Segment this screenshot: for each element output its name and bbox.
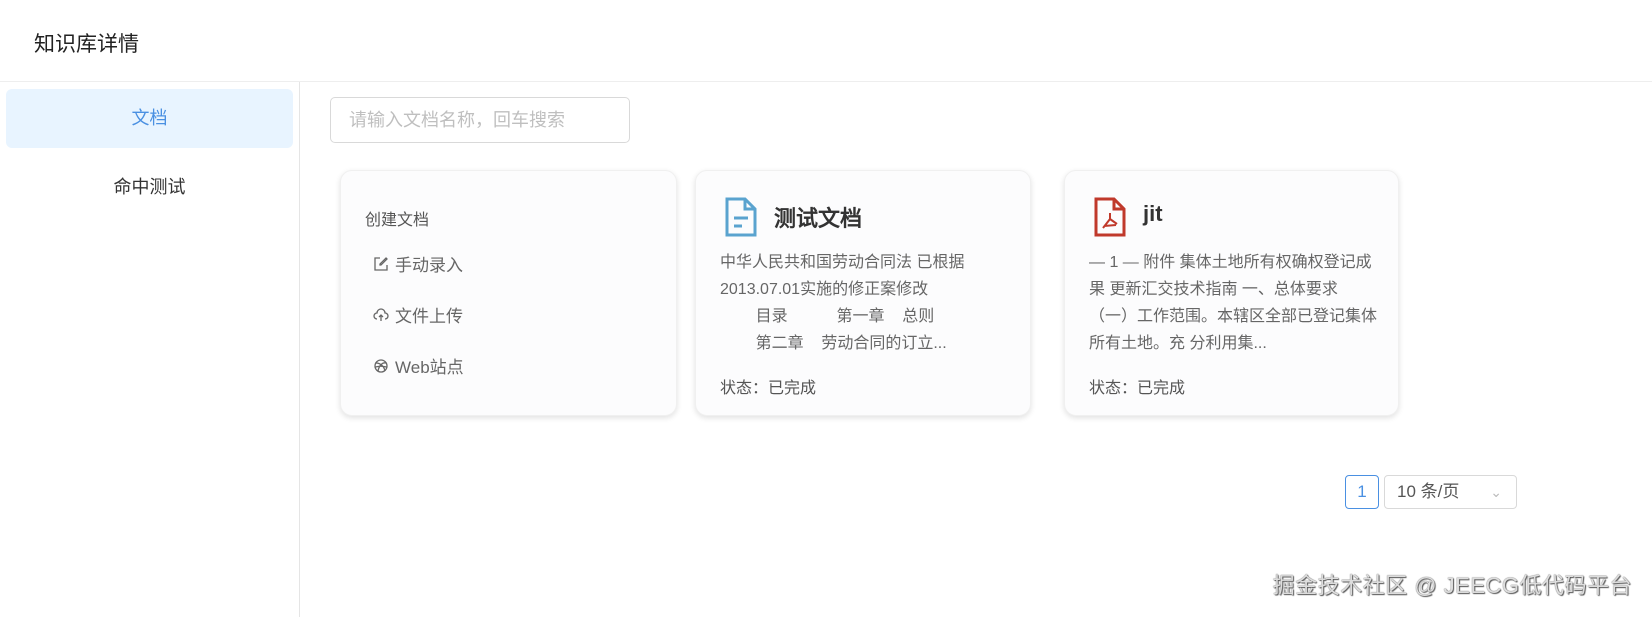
page-title: 知识库详情: [34, 33, 139, 56]
document-title: jit: [1143, 201, 1163, 226]
document-title: 测试文档: [774, 206, 863, 231]
create-document-card: 创建文档 手动录入 文件上传 Web站点: [340, 170, 677, 416]
edit-icon: [374, 256, 388, 271]
document-status: 状态：已完成: [720, 380, 817, 397]
sidebar-item-hit-test[interactable]: 命中测试: [6, 158, 293, 217]
web-site-label: Web站点: [395, 358, 464, 377]
document-excerpt: 中华人民共和国劳动合同法 已根据2013.07.01实施的修正案修改 目录 第一…: [720, 254, 965, 352]
document-status: 状态：已完成: [1089, 380, 1186, 397]
chevron-down-icon: ⌄: [1490, 484, 1502, 500]
document-excerpt: — 1 — 附件 集体土地所有权确权登记成果 更新汇交技术指南 一、总体要求 （…: [1089, 254, 1378, 352]
manual-entry-label: 手动录入: [395, 256, 463, 275]
create-document-title: 创建文档: [365, 212, 430, 229]
header: 知识库详情: [0, 0, 1652, 82]
watermark: 掘金技术社区 @ JEECG低代码平台: [1272, 573, 1632, 598]
page-size-value: 10 条/页: [1397, 482, 1460, 501]
cloud-upload-icon: [373, 307, 389, 321]
file-upload-label: 文件上传: [395, 307, 463, 326]
web-site-button[interactable]: Web站点: [373, 353, 464, 378]
pdf-file-icon: [1094, 197, 1126, 237]
document-card[interactable]: 测试文档 中华人民共和国劳动合同法 已根据2013.07.01实施的修正案修改 …: [695, 170, 1031, 416]
search-input[interactable]: [330, 97, 630, 143]
document-card[interactable]: jit — 1 — 附件 集体土地所有权确权登记成果 更新汇交技术指南 一、总体…: [1064, 170, 1399, 416]
file-upload-button[interactable]: 文件上传: [373, 302, 463, 327]
text-file-icon: [725, 197, 757, 237]
sidebar: 文档 命中测试: [0, 82, 300, 617]
page-size-select[interactable]: 10 条/页 ⌄: [1384, 475, 1517, 509]
pagination-page-1[interactable]: 1: [1345, 475, 1379, 509]
globe-icon: [374, 358, 388, 373]
sidebar-item-documents[interactable]: 文档: [6, 89, 293, 148]
manual-entry-button[interactable]: 手动录入: [373, 251, 463, 276]
